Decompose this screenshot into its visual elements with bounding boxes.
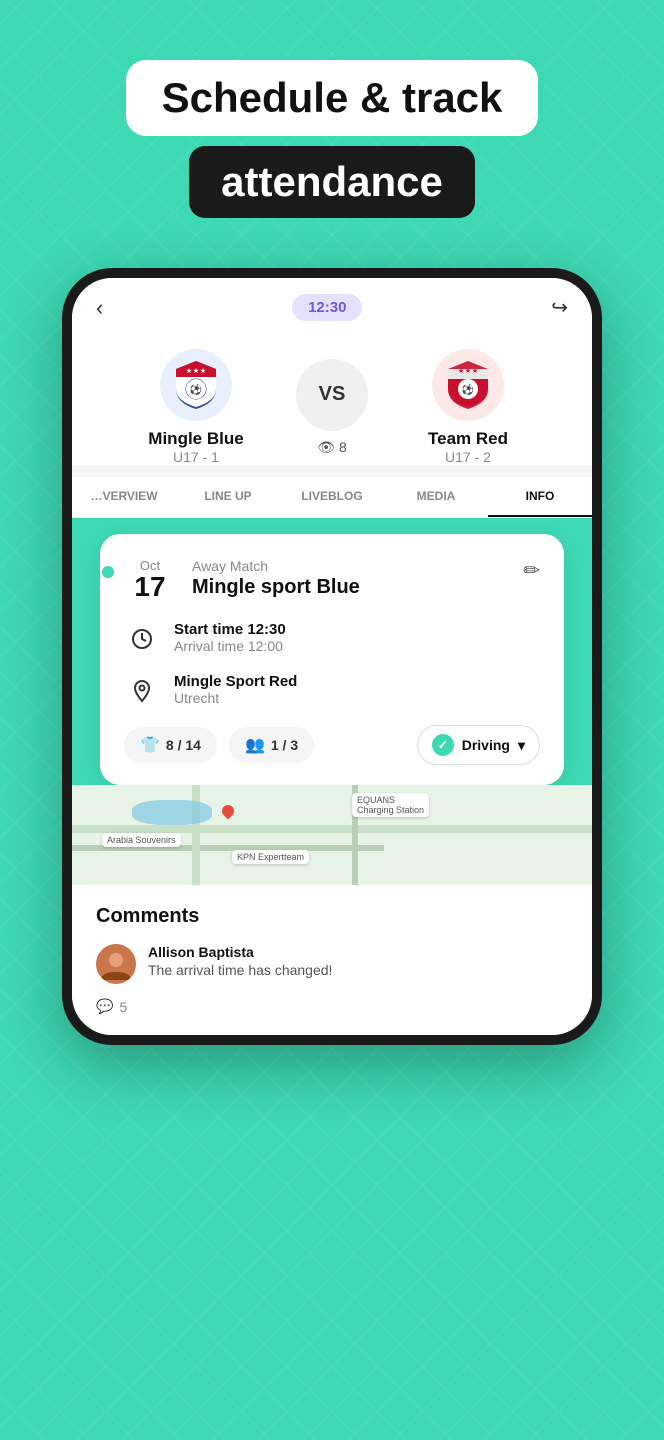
svg-text:★: ★ <box>465 367 471 375</box>
viewers-count: 👁 8 <box>317 439 347 456</box>
players-stat-badge: 👕 8 / 14 <box>124 727 217 763</box>
map-label-kpn: KPN Expertteam <box>232 850 309 864</box>
svg-text:★: ★ <box>193 367 199 375</box>
info-card: Oct 17 Away Match Mingle sport Blue ✏ <box>100 534 564 785</box>
match-section: ⚽ ★ ★ ★ Mingle Blue U17 - 1 VS <box>72 329 592 465</box>
location-name-label: Mingle Sport Red <box>174 673 297 690</box>
match-title-label: Mingle sport Blue <box>192 576 507 599</box>
date-dot <box>102 566 114 578</box>
back-button[interactable]: ‹ <box>96 295 103 321</box>
comments-section: Comments Allison Baptista The arrival ti… <box>72 885 592 1035</box>
phone-frame: ‹ 12:30 ↪ <box>62 268 602 1045</box>
date-block: Oct 17 <box>124 558 176 601</box>
location-info-row: Mingle Sport Red Utrecht <box>124 673 540 709</box>
group-stat-value: 1 / 3 <box>271 737 298 753</box>
tab-lineup[interactable]: LINE UP <box>176 477 280 517</box>
arrival-time-label: Arrival time 12:00 <box>174 638 286 654</box>
shirt-icon: 👕 <box>140 735 160 755</box>
match-type-label: Away Match <box>192 558 507 574</box>
svg-text:★: ★ <box>200 367 206 375</box>
comment-text-block: Allison Baptista The arrival time has ch… <box>148 944 568 978</box>
driving-dropdown[interactable]: ✓ Driving ▾ <box>417 725 540 765</box>
home-team-block: ⚽ ★ ★ ★ Mingle Blue U17 - 1 <box>96 349 296 465</box>
svg-text:★: ★ <box>186 367 192 375</box>
time-text-block: Start time 12:30 Arrival time 12:00 <box>174 621 286 654</box>
avatar-icon <box>96 944 136 984</box>
chevron-down-icon: ▾ <box>518 737 525 754</box>
vs-block: VS 👁 8 <box>296 359 368 456</box>
comment-avatar <box>96 944 136 984</box>
comment-item: Allison Baptista The arrival time has ch… <box>96 944 568 984</box>
home-team-name: Mingle Blue <box>148 429 243 449</box>
red-team-badge-icon: ⚽ ★ ★ ★ <box>440 357 496 413</box>
tabs-row: …VERVIEW LINE UP LIVEBLOG MEDIA INFO <box>72 477 592 518</box>
commenter-name: Allison Baptista <box>148 944 568 960</box>
away-team-logo: ⚽ ★ ★ ★ <box>432 349 504 421</box>
start-time-label: Start time 12:30 <box>174 621 286 638</box>
away-team-name: Team Red <box>428 429 508 449</box>
blue-team-badge-icon: ⚽ ★ ★ ★ <box>168 357 224 413</box>
clock-icon <box>124 621 160 657</box>
home-team-logo: ⚽ ★ ★ ★ <box>160 349 232 421</box>
comment-body: The arrival time has changed! <box>148 962 568 978</box>
driving-label: Driving <box>462 737 510 753</box>
stats-row: 👕 8 / 14 👥 1 / 3 ✓ Driving ▾ <box>124 725 540 765</box>
map-label-equans: EQUANSCharging Station <box>352 793 429 817</box>
map-section: EQUANSCharging Station Arabia Souvenirs … <box>72 785 592 885</box>
tab-liveblog[interactable]: LIVEBLOG <box>280 477 384 517</box>
location-icon <box>124 673 160 709</box>
group-icon: 👥 <box>245 735 265 755</box>
match-date-row: Oct 17 Away Match Mingle sport Blue ✏ <box>124 558 540 601</box>
map-pin-icon <box>220 803 237 820</box>
match-info-text: Away Match Mingle sport Blue <box>192 558 507 599</box>
comment-count-icon: 💬 <box>96 998 113 1015</box>
hero-section: Schedule & track attendance <box>126 60 539 218</box>
map-label-arabia: Arabia Souvenirs <box>102 833 181 847</box>
svg-text:★: ★ <box>472 367 478 375</box>
tab-overview[interactable]: …VERVIEW <box>72 477 176 517</box>
viewer-number: 8 <box>339 439 347 455</box>
eye-icon: 👁 <box>317 439 335 456</box>
driving-check-icon: ✓ <box>432 734 454 756</box>
hero-line1: Schedule & track <box>126 60 539 136</box>
group-stat-badge: 👥 1 / 3 <box>229 727 314 763</box>
location-city-label: Utrecht <box>174 690 297 706</box>
svg-text:★: ★ <box>458 367 464 375</box>
comment-count-row: 💬 5 <box>96 998 568 1015</box>
share-button[interactable]: ↪ <box>551 295 568 320</box>
comment-count-value: 5 <box>119 999 127 1015</box>
date-day: 17 <box>134 573 165 601</box>
away-team-sub: U17 - 2 <box>445 449 491 465</box>
time-info-row: Start time 12:30 Arrival time 12:00 <box>124 621 540 657</box>
svg-text:⚽: ⚽ <box>189 383 202 396</box>
phone-status-bar: ‹ 12:30 ↪ <box>72 278 592 329</box>
svg-text:⚽: ⚽ <box>461 383 474 396</box>
tab-media[interactable]: MEDIA <box>384 477 488 517</box>
comments-title: Comments <box>96 905 568 928</box>
home-team-sub: U17 - 1 <box>173 449 219 465</box>
location-text-block: Mingle Sport Red Utrecht <box>174 673 297 706</box>
vs-label: VS <box>296 359 368 431</box>
match-teams: ⚽ ★ ★ ★ Mingle Blue U17 - 1 VS <box>96 349 568 465</box>
phone-mockup: ‹ 12:30 ↪ <box>62 268 602 1045</box>
players-stat-value: 8 / 14 <box>166 737 201 753</box>
hero-line2: attendance <box>189 146 475 218</box>
time-badge: 12:30 <box>292 294 362 321</box>
away-team-block: ⚽ ★ ★ ★ Team Red U17 - 2 <box>368 349 568 465</box>
edit-button[interactable]: ✏ <box>523 558 540 583</box>
map-background: EQUANSCharging Station Arabia Souvenirs … <box>72 785 592 885</box>
tab-info[interactable]: INFO <box>488 477 592 517</box>
